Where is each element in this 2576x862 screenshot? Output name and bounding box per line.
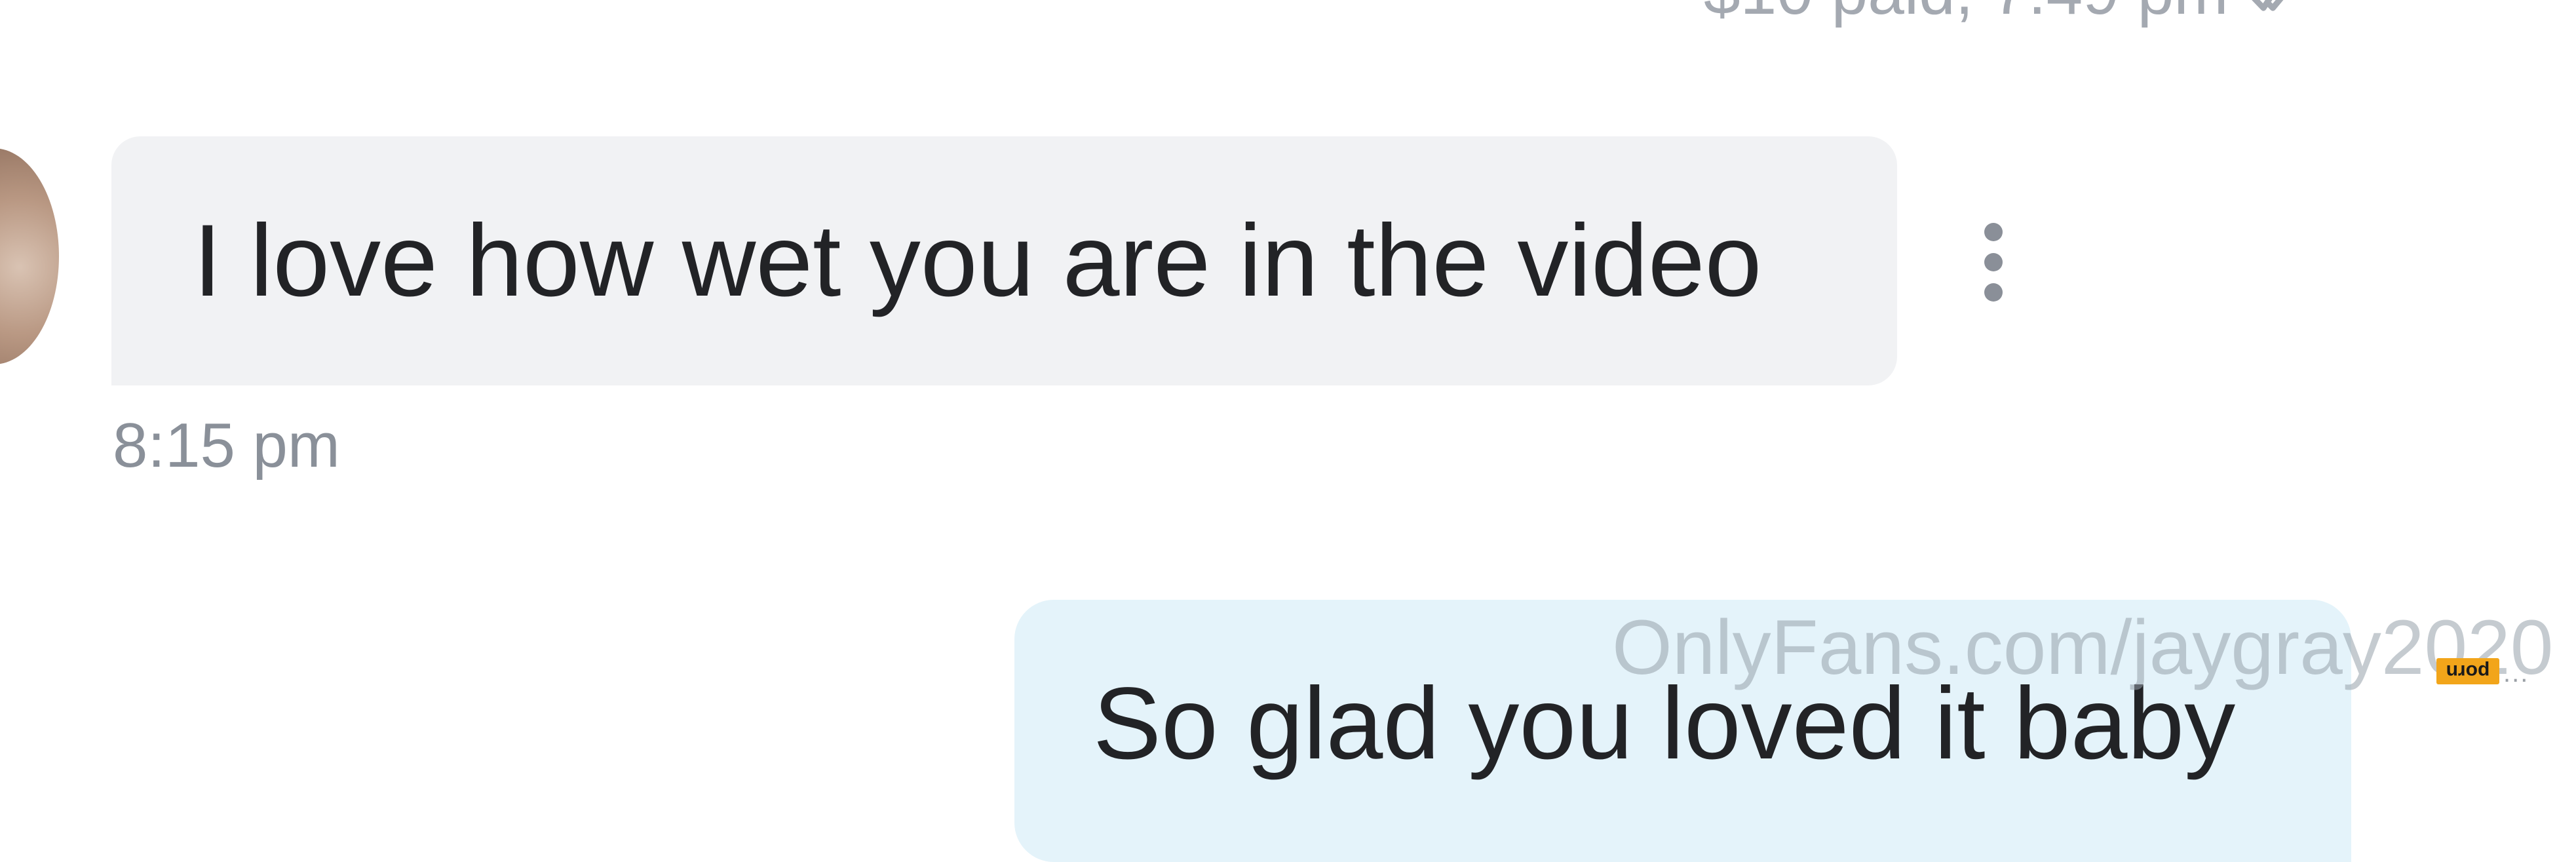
message-timestamp: 8:15 pm — [113, 410, 340, 480]
watermark-text: OnlyFans.com/jaygray2020 — [1612, 604, 2554, 691]
corner-dots: ... — [2503, 659, 2529, 688]
more-vertical-icon[interactable] — [1975, 223, 2012, 302]
previous-message-meta: $10 paid, 7:49 pm — [1704, 0, 2305, 28]
corner-logo-text: porn — [2446, 661, 2490, 682]
kebab-dot — [1984, 283, 2003, 302]
kebab-dot — [1984, 253, 2003, 271]
avatar[interactable] — [0, 148, 59, 364]
incoming-message-text: I love how wet you are in the video — [193, 203, 1762, 318]
previous-message-meta-text: $10 paid, 7:49 pm — [1704, 0, 2229, 29]
corner-logo: porn — [2436, 658, 2499, 684]
incoming-message-bubble[interactable]: I love how wet you are in the video — [111, 136, 1897, 385]
double-check-icon — [2251, 0, 2284, 11]
kebab-dot — [1984, 223, 2003, 241]
